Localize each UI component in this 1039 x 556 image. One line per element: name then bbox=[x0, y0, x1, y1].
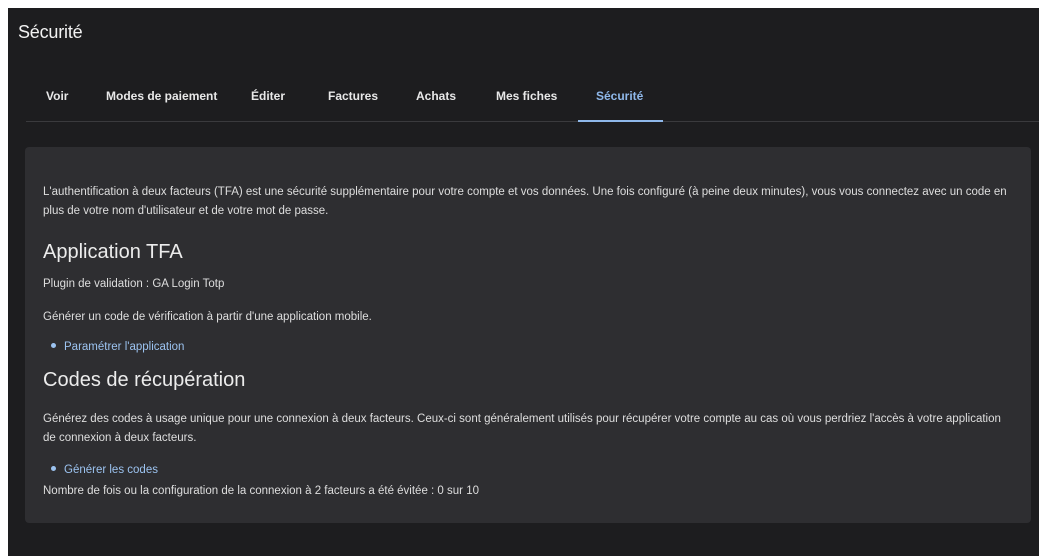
tab-editer[interactable]: Éditer bbox=[251, 80, 285, 122]
tab-factures[interactable]: Factures bbox=[328, 80, 378, 122]
recovery-codes-description: Générez des codes à usage unique pour un… bbox=[43, 413, 1001, 444]
security-card: L'authentification à deux facteurs (TFA)… bbox=[25, 147, 1031, 523]
security-page: Sécurité Voir Modes de paiement Éditer F… bbox=[8, 8, 1039, 556]
generate-codes-list-item: Générer les codes bbox=[51, 464, 158, 476]
recovery-codes-heading: Codes de récupération bbox=[43, 369, 246, 391]
account-tabs: Voir Modes de paiement Éditer Factures A… bbox=[26, 80, 1039, 122]
tfa-app-description: Générer un code de vérification à partir… bbox=[43, 311, 372, 323]
tfa-intro-text: L'authentification à deux facteurs (TFA)… bbox=[43, 186, 1007, 217]
tfa-app-heading: Application TFA bbox=[43, 241, 183, 263]
bullet-icon bbox=[51, 466, 56, 472]
tfa-skip-count-text: Nombre de fois ou la configuration de la… bbox=[43, 485, 479, 497]
generate-codes-link[interactable]: Générer les codes bbox=[64, 464, 158, 476]
tab-securite[interactable]: Sécurité bbox=[578, 80, 664, 122]
page-title: Sécurité bbox=[18, 22, 83, 42]
tab-modes-de-paiement[interactable]: Modes de paiement bbox=[106, 80, 217, 122]
tab-achats[interactable]: Achats bbox=[416, 80, 456, 122]
tab-voir[interactable]: Voir bbox=[46, 80, 68, 122]
validation-plugin-text: Plugin de validation : GA Login Totp bbox=[43, 278, 225, 290]
tab-mes-fiches[interactable]: Mes fiches bbox=[496, 80, 557, 122]
setup-app-list-item: Paramétrer l'application bbox=[51, 341, 184, 353]
bullet-icon bbox=[51, 343, 56, 349]
setup-app-link[interactable]: Paramétrer l'application bbox=[64, 341, 184, 353]
